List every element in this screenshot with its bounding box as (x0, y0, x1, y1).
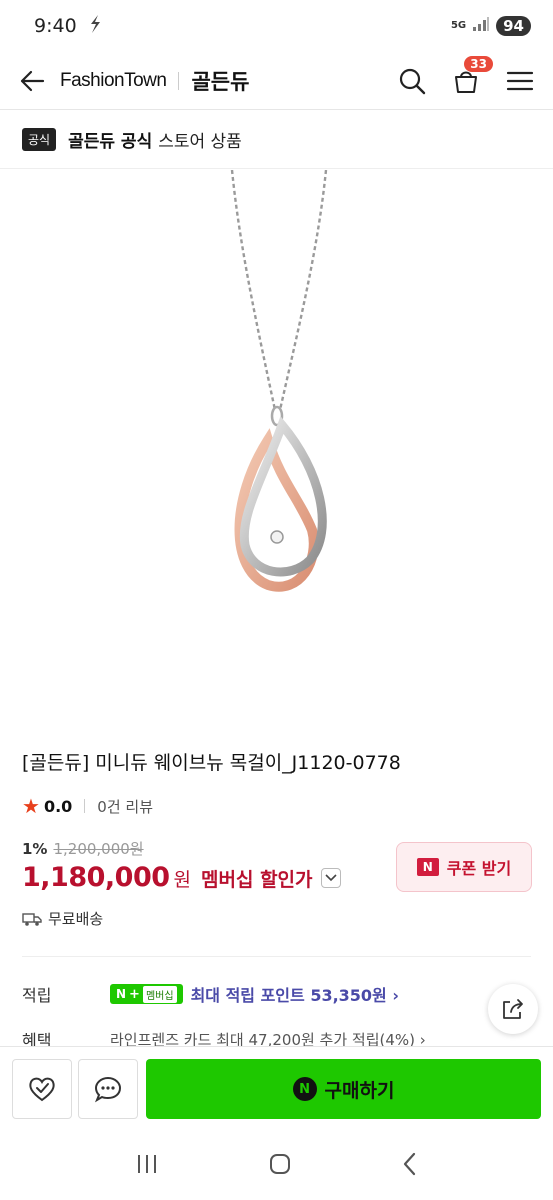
share-icon (503, 999, 523, 1019)
signal-icon (472, 16, 490, 36)
rating-divider (84, 799, 86, 813)
max-points-text: 최대 적립 포인트 53,350원 › (190, 986, 399, 1005)
original-price: 1,200,000원 (53, 840, 144, 858)
product-image[interactable] (0, 169, 553, 725)
brand-name: FashionTown (60, 69, 167, 91)
talk-button[interactable] (78, 1059, 138, 1119)
heart-check-icon (29, 1077, 55, 1102)
chevron-left-icon (403, 1152, 415, 1176)
back-arrow-icon (20, 70, 45, 91)
membership-discount-toggle[interactable] (320, 867, 341, 888)
naver-plus-text: 멤버십 (142, 985, 177, 1003)
section-divider (22, 956, 531, 957)
brand-link[interactable]: FashionTown 골든듀 (60, 66, 249, 96)
chat-bubble-icon (94, 1076, 122, 1103)
recent-apps-icon (137, 1155, 156, 1173)
chevron-down-icon (324, 873, 337, 881)
notification-icon (87, 14, 103, 39)
coupon-button-label: 쿠폰 받기 (446, 859, 512, 878)
app-header: FashionTown 골든듀 33 (0, 52, 553, 110)
status-bar: 9:40 5G 94 (0, 0, 553, 52)
naver-plus-n: N (116, 987, 127, 1001)
naver-pay-n-icon: N (292, 1077, 317, 1101)
discount-rate: 1% (22, 839, 48, 858)
official-store-row[interactable]: 공식 골든듀 공식 스토어 상품 (0, 111, 553, 169)
naver-plus-membership-badge: N + 멤버십 (110, 984, 183, 1004)
back-button[interactable] (18, 67, 46, 95)
rating-value: 0.0 (43, 796, 73, 816)
original-price-row: 1% 1,200,000원 (22, 838, 144, 859)
brand-divider (178, 71, 180, 90)
star-icon: ★ (22, 794, 40, 818)
coupon-button[interactable]: N 쿠폰 받기 (396, 842, 532, 892)
bottom-action-bar: N 구매하기 (0, 1046, 553, 1132)
share-button[interactable] (488, 984, 538, 1034)
cart-button[interactable]: 33 (451, 55, 493, 96)
naver-plus-sign: + (129, 986, 140, 1002)
wishlist-button[interactable] (12, 1059, 72, 1119)
price-row: 1,180,000 원 멤버십 할인가 (22, 862, 341, 893)
points-label: 적립 (22, 986, 52, 1005)
sale-price: 1,180,000 (22, 862, 170, 893)
rating-row[interactable]: ★ 0.0 0건 리뷰 (22, 794, 153, 818)
menu-button[interactable] (505, 66, 535, 96)
hamburger-menu-icon (506, 71, 534, 90)
system-back-button[interactable] (400, 1151, 420, 1181)
membership-discount-label: 멤버십 할인가 (201, 869, 313, 891)
naver-n-icon: N (416, 858, 439, 876)
points-row[interactable]: 적립 N + 멤버십 최대 적립 포인트 53,350원 › (22, 982, 399, 1006)
cart-count-badge: 33 (464, 55, 493, 72)
home-button[interactable] (267, 1151, 293, 1181)
official-tag: 공식 (22, 128, 57, 151)
necklace-pendant-image (230, 169, 328, 592)
system-navigation-bar (0, 1132, 553, 1200)
buy-button[interactable]: N 구매하기 (146, 1059, 541, 1119)
price-unit: 원 (173, 869, 192, 891)
shipping-row: 무료배송 (22, 908, 103, 929)
status-time: 9:40 (34, 15, 77, 37)
search-button[interactable] (397, 66, 427, 96)
network-badge: 5G (450, 20, 467, 31)
product-title: [골든듀] 미니듀 웨이브뉴 목걸이_J1120-0778 (22, 752, 401, 774)
buy-button-label: 구매하기 (324, 1079, 395, 1102)
official-store-suffix: 스토어 상품 (158, 132, 242, 152)
review-count: 0건 리뷰 (97, 797, 153, 816)
shipping-text: 무료배송 (48, 910, 104, 928)
brand-store-name: 골든듀 (191, 69, 250, 94)
home-icon (269, 1154, 290, 1174)
recent-apps-button[interactable] (134, 1152, 160, 1180)
delivery-truck-icon (22, 912, 42, 926)
official-store-name: 골든듀 공식 (68, 132, 153, 152)
battery-indicator: 94 (496, 16, 531, 36)
search-icon (399, 68, 426, 94)
